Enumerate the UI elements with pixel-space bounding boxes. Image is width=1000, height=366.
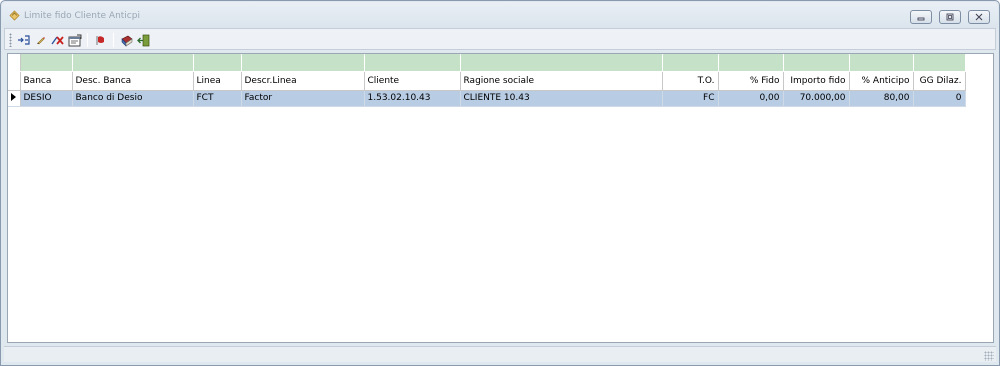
row-indicator[interactable] — [8, 90, 21, 107]
toolbar-separator — [87, 33, 88, 47]
current-row-arrow-icon — [11, 92, 16, 101]
toolbar — [9, 31, 152, 49]
column-header-banca[interactable]: Banca — [20, 71, 73, 91]
close-icon — [975, 13, 983, 21]
column-header-linea[interactable]: Linea — [193, 71, 242, 91]
flag-icon — [96, 36, 104, 45]
cell-gg-dilaz[interactable]: 0 — [913, 90, 966, 107]
toolbar-area — [4, 28, 996, 50]
cell-to[interactable]: FC — [662, 90, 719, 107]
minimize-button[interactable] — [910, 10, 932, 24]
delete-icon — [50, 36, 64, 45]
cell-descr-linea[interactable]: Factor — [241, 90, 365, 107]
cell-banca[interactable]: DESIO — [20, 90, 73, 107]
cell-importo-fido[interactable]: 70.000,00 — [783, 90, 850, 107]
resize-grip[interactable] — [984, 351, 994, 361]
column-header-desc-banca[interactable]: Desc. Banca — [72, 71, 194, 91]
toolbar-grip[interactable] — [9, 33, 12, 47]
cell-desc-banca[interactable]: Banco di Desio — [72, 90, 194, 107]
edit-icon — [36, 37, 45, 45]
data-grid: Banca Desc. Banca Linea Descr.Linea Clie… — [8, 54, 966, 107]
exit-icon — [137, 34, 150, 46]
book-icon — [120, 35, 133, 47]
cell-cliente[interactable]: 1.53.02.10.43 — [364, 90, 461, 107]
insert-button[interactable] — [15, 32, 32, 48]
restore-icon — [946, 13, 954, 21]
column-header-to[interactable]: T.O. — [662, 71, 719, 91]
header-band — [8, 54, 966, 72]
properties-button[interactable] — [66, 32, 83, 48]
exit-button[interactable] — [135, 32, 152, 48]
properties-icon — [68, 34, 81, 46]
cell-linea[interactable]: FCT — [193, 90, 242, 107]
insert-icon — [17, 35, 30, 45]
title-bar[interactable]: Limite fido Cliente Anticpi — [2, 2, 998, 28]
close-button[interactable] — [968, 10, 990, 24]
status-bar — [4, 346, 996, 362]
column-header-perc-fido[interactable]: % Fido — [718, 71, 784, 91]
grid-panel[interactable]: Banca Desc. Banca Linea Descr.Linea Clie… — [7, 53, 994, 343]
app-window: Limite fido Cliente Anticpi Banca Desc. … — [0, 0, 1000, 366]
flag-button[interactable] — [92, 32, 109, 48]
header-row: Banca Desc. Banca Linea Descr.Linea Clie… — [8, 71, 966, 91]
cell-perc-fido[interactable]: 0,00 — [718, 90, 784, 107]
column-header-ragione-sociale[interactable]: Ragione sociale — [460, 71, 663, 91]
cell-ragione-sociale[interactable]: CLIENTE 10.43 — [460, 90, 663, 107]
restore-button[interactable] — [939, 10, 961, 24]
book-button[interactable] — [118, 32, 135, 48]
cell-perc-anticipo[interactable]: 80,00 — [849, 90, 914, 107]
column-header-perc-anticipo[interactable]: % Anticipo — [849, 71, 914, 91]
column-header-importo-fido[interactable]: Importo fido — [783, 71, 850, 91]
column-header-descr-linea[interactable]: Descr.Linea — [241, 71, 365, 91]
row-indicator-header — [8, 71, 21, 91]
app-icon — [9, 10, 20, 21]
column-header-gg-dilaz[interactable]: GG Dilaz. — [913, 71, 966, 91]
window-title: Limite fido Cliente Anticpi — [24, 11, 140, 21]
delete-button[interactable] — [49, 32, 66, 48]
minimize-icon — [917, 17, 925, 21]
toolbar-separator — [113, 33, 114, 47]
edit-button[interactable] — [32, 32, 49, 48]
column-header-cliente[interactable]: Cliente — [364, 71, 461, 91]
table-row[interactable]: DESIO Banco di Desio FCT Factor 1.53.02.… — [8, 90, 966, 107]
